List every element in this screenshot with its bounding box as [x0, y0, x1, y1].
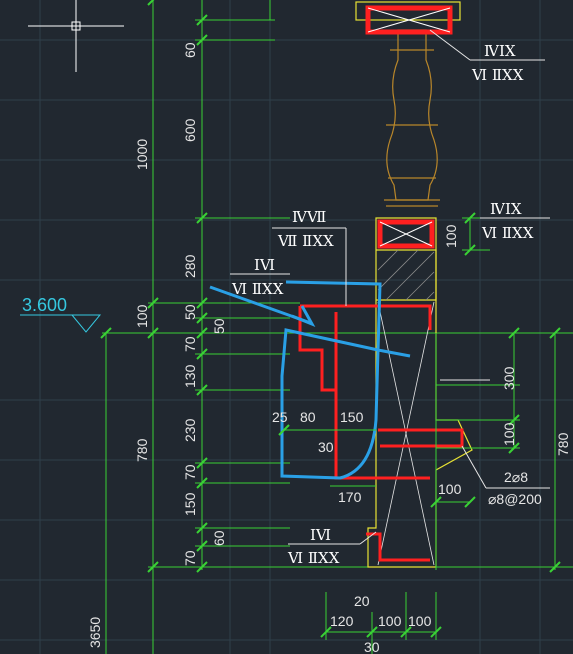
dim-detail-50: 50 [182, 304, 198, 320]
dim-detail-70a: 70 [182, 336, 198, 352]
dim-right-780: 780 [555, 432, 571, 456]
callout-5-bottom: Ⅵ ⅡⅩⅩ [287, 549, 340, 567]
callout-3-bottom: Ⅶ ⅡⅩⅩ [277, 232, 334, 250]
dim-overall-1000: 1000 [134, 139, 150, 170]
cad-drawing-canvas[interactable]: 3.600 1000 780 3650 60 600 280 50 70 130… [0, 0, 573, 654]
dim-inner-100: 100 [134, 304, 150, 328]
dim-section-170: 170 [338, 489, 362, 505]
dim-bottom-120: 120 [330, 613, 354, 629]
section-dimension-text: 25 80 150 30 170 100 100 [272, 224, 462, 505]
dim-detail-230: 230 [182, 418, 198, 442]
dim-detail-60: 60 [182, 42, 198, 58]
background-grid [0, 0, 573, 654]
callout-4-top: ⅠⅥ [254, 256, 275, 274]
beam-hatch [377, 249, 435, 301]
dim-detail-70c: 70 [182, 550, 198, 566]
dim-right-100: 100 [501, 422, 517, 446]
top-handrail-section [355, 1, 461, 35]
callout-beam-bottom: ⅠⅥ Ⅵ ⅡⅩⅩ [287, 526, 377, 567]
baluster [384, 29, 440, 207]
callout-top-handrail: ⅣⅠⅩ Ⅵ ⅡⅩⅩ [429, 29, 545, 84]
dim-section-80: 80 [300, 409, 316, 425]
dim-detail-130: 130 [182, 364, 198, 388]
markup-sketch [209, 280, 411, 480]
dim-section-30: 30 [318, 439, 334, 455]
level-value: 3.600 [22, 295, 67, 315]
right-dimension-text: 300 100 780 [501, 366, 571, 456]
dim-bottom-100a: 100 [378, 613, 402, 629]
callout-2-top: ⅣⅠⅩ [490, 200, 522, 218]
callout-3-top: ⅣⅦ [292, 208, 326, 226]
beam-outline [367, 217, 473, 568]
left-dimension-text: 1000 780 3650 60 600 280 50 70 130 230 7… [87, 42, 227, 648]
dim-right-300: 300 [501, 366, 517, 390]
callout-4-bottom: Ⅵ ⅡⅩⅩ [231, 280, 284, 298]
callout-1-top: ⅣⅠⅩ [484, 42, 516, 60]
left-dimension-ticks [100, 0, 208, 573]
bottom-dimension-text: 20 120 100 100 30 [330, 593, 432, 654]
callout-5-top: ⅠⅥ [310, 526, 331, 544]
level-triangle [20, 314, 102, 333]
dim-overall-3650: 3650 [87, 617, 103, 648]
dim-inner-60: 60 [211, 530, 227, 546]
callout-2-bottom: Ⅵ ⅡⅩⅩ [481, 224, 534, 242]
dim-section-100-right: 100 [438, 481, 462, 497]
dim-bottom-20: 20 [354, 593, 370, 609]
dim-detail-150: 150 [182, 492, 198, 516]
dim-detail-70b: 70 [182, 464, 198, 480]
callout-1-bottom: Ⅵ ⅡⅩⅩ [471, 66, 524, 84]
dim-section-25: 25 [272, 409, 288, 425]
rebar [298, 304, 464, 562]
dim-bottom-100b: 100 [408, 613, 432, 629]
section-callouts: ⅣⅠⅩ Ⅵ ⅡⅩⅩ ⅣⅠⅩ Ⅵ ⅡⅩⅩ ⅣⅦ Ⅶ ⅡⅩⅩ ⅠⅥ Ⅵ ⅡⅩⅩ ⅠⅥ… [230, 29, 550, 567]
dim-detail-280: 280 [182, 254, 198, 278]
dim-inner-50: 50 [211, 318, 227, 334]
rebar-label-stirrup: ⌀8@200 [488, 491, 542, 507]
dim-bottom-30: 30 [364, 639, 380, 654]
dim-overall-780: 780 [134, 438, 150, 462]
callout-slab-edge: ⅠⅥ Ⅵ ⅡⅩⅩ [230, 256, 290, 298]
beam-cross [377, 301, 435, 566]
level-marker: 3.600 [20, 295, 102, 333]
dim-detail-600: 600 [182, 118, 198, 142]
dim-section-100-rail: 100 [443, 224, 459, 248]
rebar-label-longitudinal: 2⌀8 [504, 469, 528, 485]
section-dimension-ticks [278, 212, 561, 638]
crosshair-cursor [28, 0, 124, 72]
lower-rail-section [377, 219, 435, 249]
dim-section-150: 150 [340, 409, 364, 425]
